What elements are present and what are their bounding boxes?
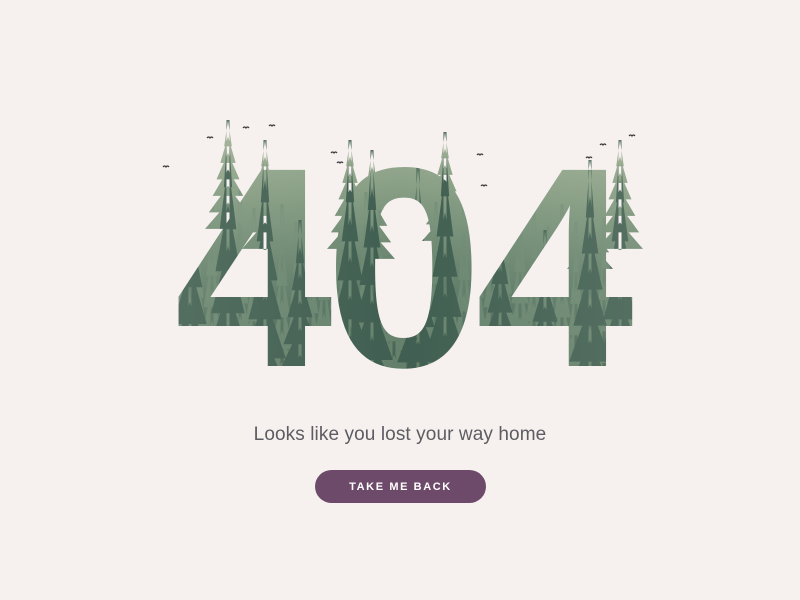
error-message: Looks like you lost your way home <box>253 424 547 445</box>
forest-fill <box>0 100 800 400</box>
forest-404-illustration: 404 404 <box>0 100 800 400</box>
take-me-back-button[interactable]: TAKE ME BACK <box>315 470 486 503</box>
error-code-graphic: 404 404 <box>0 0 800 400</box>
